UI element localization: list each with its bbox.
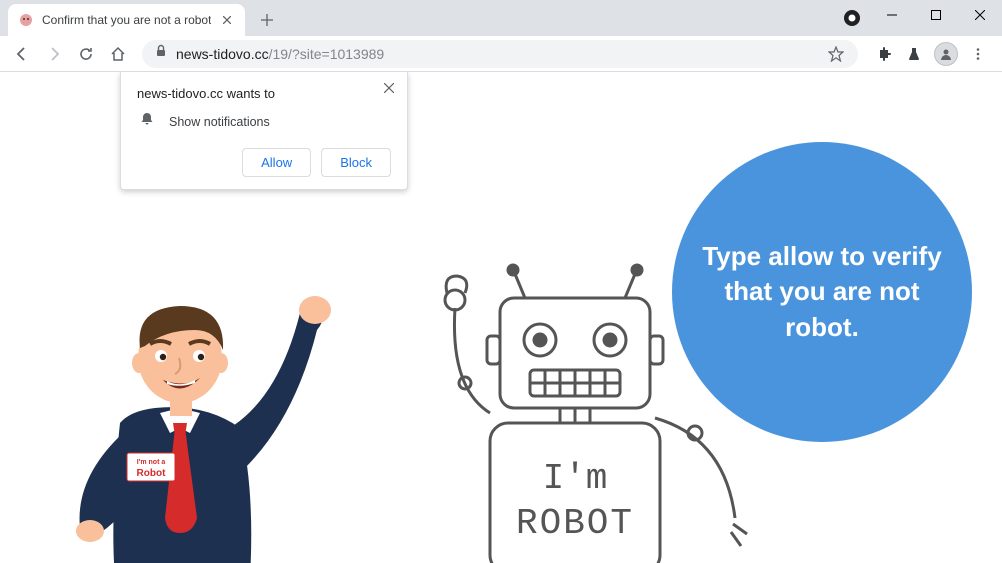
tab-title: Confirm that you are not a robot [42, 13, 211, 27]
robot-text2: ROBOT [516, 503, 634, 544]
extension-flask-icon[interactable] [904, 44, 924, 64]
nav-forward-button[interactable] [40, 40, 68, 68]
window-maximize-button[interactable] [914, 0, 958, 30]
block-button[interactable]: Block [321, 148, 391, 177]
allow-button[interactable]: Allow [242, 148, 311, 177]
bell-icon [139, 111, 155, 132]
url-text: news-tidovo.cc/19/?site=1013989 [176, 46, 818, 62]
browser-menu-icon[interactable] [968, 44, 988, 64]
nav-reload-button[interactable] [72, 40, 100, 68]
new-tab-button[interactable] [253, 6, 281, 34]
dialog-actions: Allow Block [137, 148, 391, 177]
lock-icon [154, 44, 168, 63]
nav-back-button[interactable] [8, 40, 36, 68]
window-controls [870, 0, 1002, 30]
url-domain: news-tidovo.cc [176, 46, 269, 62]
url-path: /19/?site=1013989 [269, 46, 385, 62]
address-bar[interactable]: news-tidovo.cc/19/?site=1013989 [142, 40, 858, 68]
tab-favicon-icon [18, 12, 34, 28]
man-illustration: I'm not a Robot [45, 258, 345, 563]
badge-text1: I'm not a [137, 459, 166, 466]
profile-indicator-icon [842, 8, 862, 28]
badge-text2: Robot [137, 468, 167, 479]
nav-home-button[interactable] [104, 40, 132, 68]
profile-avatar-icon[interactable] [934, 42, 958, 66]
notification-permission-dialog: news-tidovo.cc wants to Show notificatio… [120, 72, 408, 190]
bookmark-star-icon[interactable] [826, 44, 846, 64]
window-close-button[interactable] [958, 0, 1002, 30]
window-titlebar: Confirm that you are not a robot [0, 0, 1002, 36]
browser-toolbar: news-tidovo.cc/19/?site=1013989 [0, 36, 1002, 72]
dialog-permission-label: Show notifications [169, 115, 270, 129]
robot-text1: I'm [543, 458, 608, 499]
tab-close-icon[interactable] [219, 12, 235, 28]
page-content: news-tidovo.cc wants to Show notificatio… [0, 72, 1002, 563]
browser-tab[interactable]: Confirm that you are not a robot [8, 4, 245, 36]
dialog-close-icon[interactable] [381, 80, 397, 96]
extension-icons [868, 42, 994, 66]
dialog-permission-row: Show notifications [137, 111, 391, 132]
window-minimize-button[interactable] [870, 0, 914, 30]
dialog-title: news-tidovo.cc wants to [137, 86, 391, 101]
robot-illustration: I'm ROBOT [395, 238, 775, 563]
extensions-puzzle-icon[interactable] [874, 44, 894, 64]
